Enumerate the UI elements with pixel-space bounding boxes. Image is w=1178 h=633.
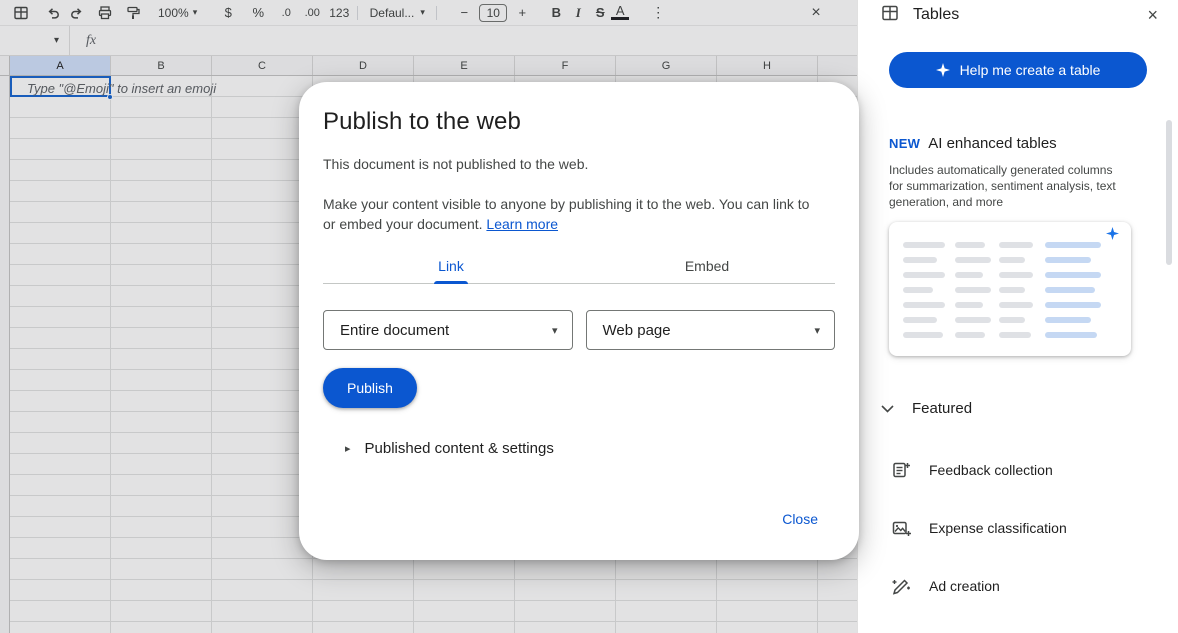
publish-status-text: This document is not published to the we…: [323, 156, 835, 172]
illustration-bar: [903, 332, 943, 338]
expense-classification-icon: [891, 518, 911, 538]
publish-description: Make your content visible to anyone by p…: [323, 194, 825, 234]
featured-label: Featured: [912, 400, 972, 417]
format-select[interactable]: Web page ▾: [586, 310, 836, 350]
illustration-bar: [955, 332, 985, 338]
illustration-bar: [999, 317, 1025, 323]
illustration-bar: [999, 332, 1031, 338]
active-tab-indicator: [434, 281, 468, 284]
sidebar-item-label: Expense classification: [929, 520, 1067, 536]
caret-down-icon: ▾: [814, 324, 820, 337]
published-content-settings-toggle[interactable]: ▸ Published content & settings: [323, 440, 835, 457]
sidebar-item-label: Ad creation: [929, 578, 1000, 594]
publish-description-text: Make your content visible to anyone by p…: [323, 196, 809, 232]
sidebar-item-feedback-collection[interactable]: Feedback collection: [858, 441, 1178, 499]
illustration-bar: [1045, 242, 1101, 248]
feedback-collection-icon: [891, 460, 911, 480]
sidebar-scrollbar[interactable]: [1166, 120, 1172, 265]
sidebar-item-expense-classification[interactable]: Expense classification: [858, 499, 1178, 557]
illustration-bar: [999, 287, 1025, 293]
new-badge: NEW: [889, 136, 920, 151]
illustration-bar: [1045, 332, 1097, 338]
illustration-bar: [955, 242, 985, 248]
expand-right-icon: ▸: [345, 442, 351, 455]
illustration-bar: [999, 242, 1033, 248]
dialog-close-button[interactable]: Close: [782, 511, 818, 527]
illustration-bar: [955, 317, 991, 323]
chevron-down-icon: [881, 405, 894, 413]
illustration-bar: [903, 302, 945, 308]
tab-embed[interactable]: Embed: [579, 248, 835, 283]
sparkle-icon: [1106, 227, 1119, 240]
sidebar-item-label: Feedback collection: [929, 462, 1053, 478]
ai-tables-description: Includes automatically generated columns…: [889, 162, 1126, 210]
sidebar-close-icon[interactable]: ×: [1147, 5, 1158, 26]
illustration-bar: [955, 287, 991, 293]
tab-link-label: Link: [438, 258, 464, 274]
illustration-bar: [999, 302, 1033, 308]
published-content-settings-label: Published content & settings: [365, 440, 554, 457]
caret-down-icon: ▾: [552, 324, 558, 337]
illustration-bar: [1045, 257, 1091, 263]
learn-more-link[interactable]: Learn more: [486, 216, 558, 232]
tables-sidebar: Tables × Help me create a table NEW AI e…: [857, 0, 1178, 633]
illustration-bar: [955, 257, 991, 263]
sidebar-item-ad-creation[interactable]: Ad creation: [858, 557, 1178, 615]
illustration-bar: [903, 242, 945, 248]
featured-items: Feedback collection Expense classificati…: [858, 441, 1178, 615]
illustration-bar: [1045, 272, 1101, 278]
ad-creation-icon: [891, 576, 911, 596]
illustration-bar: [955, 272, 983, 278]
illustration-bar: [999, 257, 1025, 263]
tables-icon: [881, 4, 899, 27]
ai-tables-title: AI enhanced tables: [928, 135, 1056, 152]
sparkle-icon: [936, 63, 950, 77]
publish-options-row: Entire document ▾ Web page ▾: [323, 310, 835, 350]
ai-tables-heading: NEW AI enhanced tables: [889, 135, 1178, 152]
illustration-bar: [999, 272, 1033, 278]
featured-section-toggle[interactable]: Featured: [881, 400, 1178, 417]
help-me-create-table-label: Help me create a table: [960, 62, 1101, 78]
illustration-bar: [903, 317, 937, 323]
illustration-bar: [1045, 287, 1095, 293]
tab-embed-label: Embed: [685, 258, 729, 274]
illustration-bar: [903, 287, 933, 293]
format-select-value: Web page: [603, 322, 671, 339]
dialog-title: Publish to the web: [323, 108, 835, 136]
illustration-bar: [1045, 302, 1101, 308]
scope-select[interactable]: Entire document ▾: [323, 310, 573, 350]
illustration-bar: [903, 257, 937, 263]
publish-button[interactable]: Publish: [323, 368, 417, 408]
illustration-bar: [1045, 317, 1091, 323]
publish-tabs: Link Embed: [323, 248, 835, 284]
illustration-bar: [955, 302, 983, 308]
publish-dialog: Publish to the web This document is not …: [299, 82, 859, 560]
sidebar-header: Tables ×: [858, 0, 1178, 30]
scope-select-value: Entire document: [340, 322, 449, 339]
tab-link[interactable]: Link: [323, 248, 579, 283]
help-me-create-table-button[interactable]: Help me create a table: [889, 52, 1147, 88]
illustration-bar: [903, 272, 945, 278]
sidebar-title: Tables: [913, 6, 959, 24]
ai-tables-illustration: [889, 222, 1131, 356]
